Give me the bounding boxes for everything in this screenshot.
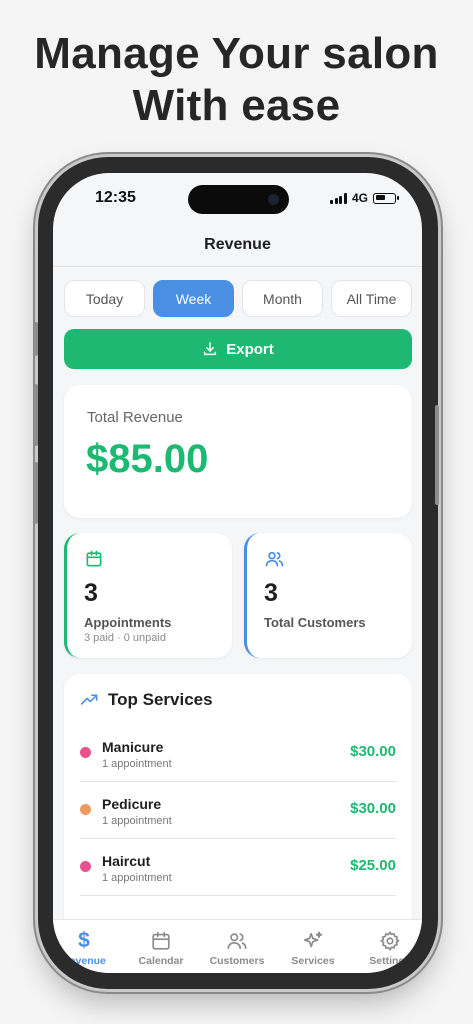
- headline-line-2: With ease: [132, 81, 341, 130]
- service-count: 1 appointment: [102, 758, 172, 770]
- top-services-card: Top Services Manicure 1 appointment $30.…: [64, 674, 412, 934]
- gear-icon: [380, 931, 400, 951]
- tab-revenue-label: Revenue: [62, 955, 106, 967]
- status-time: 12:35: [95, 189, 136, 206]
- appointments-paid-summary: 3 paid · 0 unpaid: [84, 632, 166, 644]
- service-revenue: $30.00: [350, 800, 396, 817]
- customers-card: 3 Total Customers: [244, 533, 412, 658]
- customers-label: Total Customers: [264, 615, 366, 630]
- trending-up-icon: [80, 694, 98, 705]
- power-button: [435, 405, 439, 505]
- marketing-headline: Manage Your salon With ease: [0, 28, 473, 132]
- appointments-label: Appointments: [84, 615, 172, 630]
- service-count: 1 appointment: [102, 815, 172, 827]
- service-row-haircut[interactable]: Haircut 1 appointment $25.00: [80, 839, 396, 896]
- service-name: Haircut: [102, 853, 151, 869]
- calendar-icon: [152, 931, 170, 950]
- tab-customers-label: Customers: [209, 955, 265, 967]
- service-color-dot: [80, 747, 91, 758]
- total-revenue-card: Total Revenue $85.00: [64, 385, 412, 518]
- network-type: 4G: [351, 191, 368, 205]
- download-icon: [204, 342, 217, 356]
- calendar-icon: [86, 550, 102, 567]
- period-all-time[interactable]: All Time: [331, 280, 412, 317]
- period-week[interactable]: Week: [153, 280, 234, 317]
- total-revenue-amount: $85.00: [86, 437, 209, 481]
- total-revenue-label: Total Revenue: [87, 409, 183, 426]
- camera-dot: [268, 194, 279, 205]
- status-indicators: 4G: [330, 191, 399, 205]
- tab-services[interactable]: Services: [273, 930, 353, 967]
- app-screen: 12:35 4G Revenue Today Week Month All Ti…: [53, 173, 422, 973]
- users-icon: [265, 551, 284, 567]
- export-label: Export: [226, 340, 274, 358]
- service-name: Pedicure: [102, 796, 162, 812]
- top-services-header: Top Services: [80, 690, 213, 710]
- period-today[interactable]: Today: [64, 280, 145, 317]
- service-row-manicure[interactable]: Manicure 1 appointment $30.00: [80, 725, 396, 782]
- volume-down-button: [34, 462, 38, 524]
- customers-count: 3: [264, 579, 278, 607]
- row-divider: [80, 895, 396, 896]
- tab-services-label: Services: [291, 955, 335, 967]
- tab-calendar-label: Calendar: [138, 955, 184, 967]
- tab-settings-label: Settings: [369, 955, 411, 967]
- top-services-title: Top Services: [108, 690, 213, 709]
- tab-bar: $ Revenue Calendar Customers Services Se…: [53, 919, 422, 973]
- volume-up-button: [34, 384, 38, 446]
- header-divider: [53, 266, 422, 267]
- appointments-count: 3: [84, 579, 98, 607]
- sparkles-icon: [303, 931, 323, 948]
- users-icon: [227, 933, 247, 950]
- tab-settings[interactable]: Settings: [350, 930, 422, 967]
- signal-icon: [330, 192, 347, 204]
- service-name: Manicure: [102, 739, 164, 755]
- headline-line-1: Manage Your salon: [34, 29, 439, 78]
- service-revenue: $30.00: [350, 743, 396, 760]
- service-count: 1 appointment: [102, 872, 172, 884]
- tab-revenue[interactable]: $ Revenue: [53, 929, 124, 968]
- service-color-dot: [80, 804, 91, 815]
- appointments-card: 3 Appointments 3 paid · 0 unpaid: [64, 533, 232, 658]
- dollar-icon: $: [78, 929, 90, 952]
- service-revenue: $25.00: [350, 857, 396, 874]
- tab-customers[interactable]: Customers: [197, 930, 277, 967]
- export-button[interactable]: Export: [64, 329, 412, 369]
- tab-calendar[interactable]: Calendar: [121, 930, 201, 967]
- service-row-pedicure[interactable]: Pedicure 1 appointment $30.00: [80, 782, 396, 839]
- page-title: Revenue: [204, 236, 271, 253]
- period-month[interactable]: Month: [242, 280, 323, 317]
- mute-switch: [34, 322, 38, 356]
- service-color-dot: [80, 861, 91, 872]
- dynamic-island: [188, 185, 289, 214]
- battery-icon: [373, 192, 399, 204]
